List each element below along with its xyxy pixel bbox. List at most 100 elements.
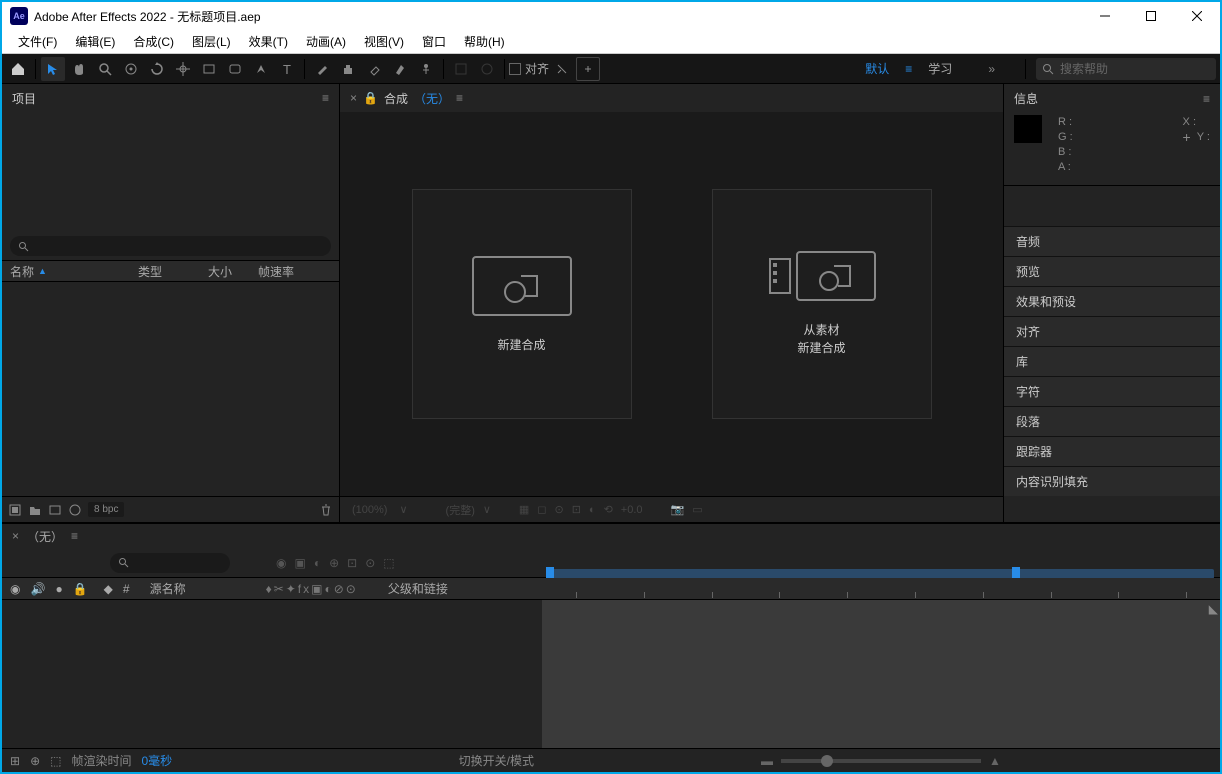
panel-effects[interactable]: 效果和预设 <box>1004 286 1220 316</box>
menu-effect[interactable]: 效果(T) <box>241 31 296 52</box>
label-col-icon[interactable]: ◆ <box>104 582 113 596</box>
anchor-tool[interactable] <box>171 57 195 81</box>
timeline-tab[interactable]: （无） <box>27 528 63 545</box>
panel-menu-icon[interactable]: ≡ <box>322 91 329 105</box>
col-size[interactable]: 大小 <box>200 263 250 280</box>
folder-icon[interactable] <box>28 503 42 517</box>
panel-content-aware[interactable]: 内容识别填充 <box>1004 466 1220 496</box>
resolution[interactable]: (完整) <box>446 502 475 518</box>
source-name-col[interactable]: 源名称 <box>150 580 186 597</box>
zoom-tool[interactable] <box>93 57 117 81</box>
switches-cols[interactable]: ♦✂✦fx▣◐⊘⊙ <box>266 582 358 596</box>
panel-preview[interactable]: 预览 <box>1004 256 1220 286</box>
view-icon[interactable]: ▭ <box>692 503 702 516</box>
lock-col-icon[interactable]: 🔒 <box>73 582 88 596</box>
eraser-tool[interactable] <box>362 57 386 81</box>
mask-toggle-icon[interactable]: ◻ <box>537 503 546 516</box>
ellipse-tool[interactable] <box>223 57 247 81</box>
panel-align[interactable]: 对齐 <box>1004 316 1220 346</box>
close-button[interactable] <box>1174 2 1220 30</box>
tl-icon[interactable]: ⊕ <box>329 556 339 570</box>
panel-audio[interactable]: 音频 <box>1004 226 1220 256</box>
new-from-footage-button[interactable]: 从素材新建合成 <box>712 189 932 419</box>
project-list[interactable] <box>2 282 339 496</box>
home-button[interactable] <box>6 57 30 81</box>
col-fps[interactable]: 帧速率 <box>250 263 302 280</box>
tl-icon[interactable]: ◉ <box>276 556 286 570</box>
tl-icon[interactable]: ⬚ <box>383 556 394 570</box>
menu-composition[interactable]: 合成(C) <box>125 31 182 52</box>
timeline-zoom-slider[interactable]: ▬ ▲ <box>542 754 1220 768</box>
project-search-input[interactable] <box>10 236 331 256</box>
switches-toggle[interactable]: 切换开关/模式 <box>459 752 534 769</box>
time-icon[interactable]: ⊙ <box>554 503 563 516</box>
minimize-button[interactable] <box>1082 2 1128 30</box>
workspace-learn[interactable]: 学习 <box>918 60 962 77</box>
trash-icon[interactable] <box>319 503 333 517</box>
adjustment-icon[interactable] <box>68 503 82 517</box>
snap-toggle[interactable]: 对齐 <box>509 60 549 77</box>
menu-file[interactable]: 文件(F) <box>10 31 65 52</box>
timeline-tracks[interactable]: ◣ <box>542 600 1220 748</box>
shape-tool-icon[interactable] <box>475 57 499 81</box>
timeline-search-input[interactable] <box>110 553 230 573</box>
interpret-icon[interactable] <box>8 503 22 517</box>
tl-icon[interactable]: ⊡ <box>347 556 357 570</box>
collapse-icon[interactable]: ◣ <box>1209 602 1218 616</box>
snap-options-icon[interactable] <box>550 57 574 81</box>
clone-tool[interactable] <box>336 57 360 81</box>
menu-window[interactable]: 窗口 <box>414 31 454 52</box>
panel-character[interactable]: 字符 <box>1004 376 1220 406</box>
roto-tool[interactable] <box>388 57 412 81</box>
rectangle-tool[interactable] <box>197 57 221 81</box>
tl-icon[interactable]: ⊙ <box>365 556 375 570</box>
hand-tool[interactable] <box>67 57 91 81</box>
snap-grid-icon[interactable] <box>576 57 600 81</box>
selection-tool[interactable] <box>41 57 65 81</box>
reset-exposure-icon[interactable]: ⟲ <box>604 503 613 516</box>
tl-icon[interactable]: ▣ <box>294 556 305 570</box>
eye-col-icon[interactable]: ◉ <box>10 582 20 596</box>
col-label-icon[interactable] <box>112 265 130 277</box>
project-tab[interactable]: 项目 <box>12 90 36 107</box>
orbit-tool[interactable] <box>119 57 143 81</box>
region-icon[interactable]: ⊡ <box>572 503 581 516</box>
toggle-icon[interactable]: ⬚ <box>50 754 61 768</box>
snapshot-icon[interactable]: 📷 <box>671 503 685 516</box>
mask-tool-icon[interactable] <box>449 57 473 81</box>
panel-paragraph[interactable]: 段落 <box>1004 406 1220 436</box>
maximize-button[interactable] <box>1128 2 1174 30</box>
panel-menu-icon[interactable]: ≡ <box>1203 92 1210 106</box>
toggle-icon[interactable]: ⊞ <box>10 754 20 768</box>
menu-edit[interactable]: 编辑(E) <box>67 31 123 52</box>
pen-tool[interactable] <box>249 57 273 81</box>
panel-tracker[interactable]: 跟踪器 <box>1004 436 1220 466</box>
grid-icon[interactable]: ▦ <box>519 503 529 516</box>
lock-icon[interactable]: 🔒 <box>363 91 378 105</box>
info-panel-title[interactable]: 信息 <box>1014 90 1038 107</box>
exposure-value[interactable]: +0.0 <box>621 504 643 516</box>
menu-view[interactable]: 视图(V) <box>356 31 412 52</box>
bpc-button[interactable]: 8 bpc <box>88 502 124 517</box>
text-tool[interactable]: T <box>275 57 299 81</box>
brush-tool[interactable] <box>310 57 334 81</box>
menu-layer[interactable]: 图层(L) <box>184 31 239 52</box>
new-composition-button[interactable]: 新建合成 <box>412 189 632 419</box>
panel-menu-icon[interactable]: ≡ <box>456 91 463 105</box>
channel-icon[interactable]: ◐ <box>589 504 596 516</box>
menu-help[interactable]: 帮助(H) <box>456 31 513 52</box>
solo-col-icon[interactable]: ● <box>55 582 62 596</box>
tl-icon[interactable]: ◐ <box>314 556 321 570</box>
col-type[interactable]: 类型 <box>130 263 200 280</box>
composition-tab[interactable]: 合成 <box>384 90 408 107</box>
workspace-default[interactable]: 默认 <box>855 60 899 77</box>
puppet-tool[interactable] <box>414 57 438 81</box>
parent-col[interactable]: 父级和链接 <box>388 580 448 597</box>
rotation-tool[interactable] <box>145 57 169 81</box>
audio-col-icon[interactable]: 🔊 <box>30 582 45 596</box>
zoom-level[interactable]: (100%) <box>348 504 391 516</box>
timeline-ruler[interactable] <box>542 578 1220 599</box>
new-comp-icon[interactable] <box>48 503 62 517</box>
index-col[interactable]: # <box>123 582 130 596</box>
col-name[interactable]: 名称▲ <box>2 263 112 280</box>
